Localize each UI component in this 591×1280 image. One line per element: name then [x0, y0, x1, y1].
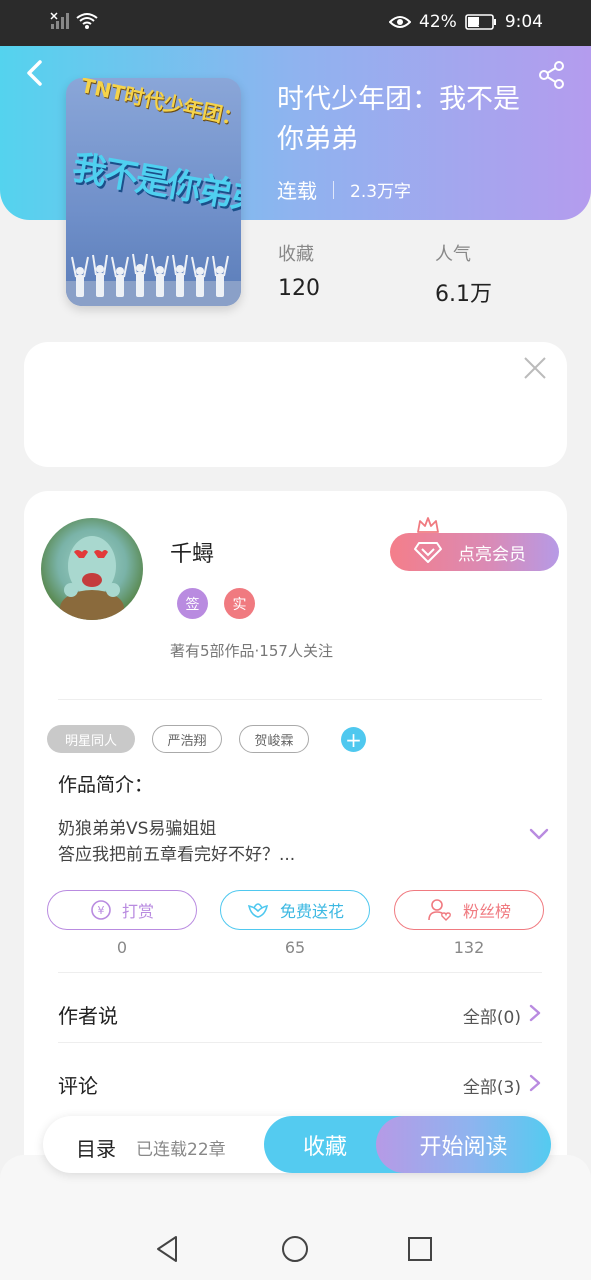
- fan-ranking-button[interactable]: 粉丝榜: [394, 890, 544, 930]
- popularity-stat-value: 6.1万: [435, 282, 492, 307]
- avatar-illustration: [60, 536, 124, 620]
- tag-genre[interactable]: 明星同人: [47, 725, 135, 753]
- divider: [58, 972, 542, 973]
- fan-count: 132: [453, 938, 485, 957]
- book-title: 时代少年团：我不是你弟弟: [277, 84, 520, 155]
- yuan-coin-icon: ¥: [91, 900, 111, 920]
- flower-count: 65: [284, 938, 306, 957]
- collect-stat-label: 收藏: [278, 244, 314, 265]
- clock: 9:04: [504, 12, 543, 32]
- send-flower-label: 免费送花: [279, 902, 344, 921]
- tag-character-1[interactable]: 严浩翔: [152, 725, 222, 753]
- system-nav-bar: [0, 1217, 591, 1280]
- chevron-right-icon[interactable]: [528, 1003, 542, 1023]
- divider: [58, 1042, 542, 1043]
- intro-line-1: 奶狼弟弟VS易骗姐姐: [58, 819, 217, 839]
- send-flower-button[interactable]: 免费送花: [220, 890, 370, 930]
- author-says-all-link[interactable]: 全部(0): [463, 1003, 521, 1028]
- author-says-title: 作者说: [58, 1004, 118, 1028]
- collect-stat-value: 120: [278, 276, 320, 301]
- signed-badge: 签: [177, 588, 208, 619]
- back-icon[interactable]: [20, 58, 50, 88]
- verified-badge: 实: [224, 588, 255, 619]
- tip-button-label: 打赏: [121, 902, 154, 921]
- battery-icon: [465, 14, 496, 30]
- book-meta: 连载 2.3万字: [277, 175, 411, 204]
- word-count: 2.3万字: [350, 182, 412, 202]
- signal-icon: [50, 12, 69, 29]
- ad-banner[interactable]: [24, 342, 567, 467]
- chapter-count: 已连载22章: [136, 1140, 226, 1160]
- fan-ranking-label: 粉丝榜: [462, 902, 511, 921]
- author-stats: 著有5部作品·157人关注: [170, 642, 333, 660]
- author-name[interactable]: 千蟳: [170, 536, 214, 568]
- nav-home-icon[interactable]: [279, 1233, 311, 1265]
- diamond-icon: [414, 542, 442, 563]
- comments-title: 评论: [58, 1074, 98, 1098]
- share-icon[interactable]: [537, 60, 567, 90]
- wifi-icon: [76, 13, 98, 29]
- cover-title-main: 我不是你弟弟: [69, 147, 241, 221]
- crown-icon: [417, 517, 439, 533]
- start-reading-label: 开始阅读: [419, 1134, 508, 1160]
- status-bar: 42% 9:04: [0, 0, 591, 46]
- collect-button-label: 收藏: [302, 1134, 347, 1160]
- intro-title: 作品简介：: [58, 774, 154, 796]
- cover-silhouettes: [66, 253, 241, 306]
- tip-button[interactable]: ¥ 打赏: [47, 890, 197, 930]
- eye-comfort-icon: [389, 16, 412, 28]
- meta-divider: [333, 180, 334, 199]
- comments-all-link[interactable]: 全部(3): [463, 1073, 521, 1098]
- book-cover[interactable]: TNT时代少年团： 我不是你弟弟: [66, 78, 241, 306]
- svg-text:¥: ¥: [97, 904, 104, 917]
- chevron-down-icon[interactable]: [528, 826, 550, 842]
- divider: [58, 699, 542, 700]
- toc-button[interactable]: 目录: [76, 1133, 116, 1162]
- vip-button-label: 点亮会员: [458, 544, 526, 565]
- intro-line-2: 答应我把前五章看完好不好？...: [58, 845, 296, 865]
- chevron-right-icon[interactable]: [528, 1073, 542, 1093]
- user-heart-icon: [428, 899, 451, 921]
- close-icon[interactable]: [521, 354, 549, 382]
- cover-title-top: TNT时代少年团：: [78, 78, 241, 131]
- add-tag-icon[interactable]: +: [341, 727, 366, 752]
- serial-status: 连载: [277, 179, 317, 203]
- battery-percent: 42%: [419, 12, 457, 32]
- author-avatar[interactable]: [41, 518, 143, 620]
- start-reading-button[interactable]: 开始阅读: [376, 1116, 551, 1173]
- tip-count: 0: [116, 938, 128, 957]
- tag-character-2[interactable]: 贺峻霖: [239, 725, 309, 753]
- nav-recents-icon[interactable]: [404, 1233, 436, 1265]
- popularity-stat-label: 人气: [435, 244, 471, 265]
- nav-back-icon[interactable]: [152, 1233, 184, 1265]
- flower-icon: [247, 903, 269, 918]
